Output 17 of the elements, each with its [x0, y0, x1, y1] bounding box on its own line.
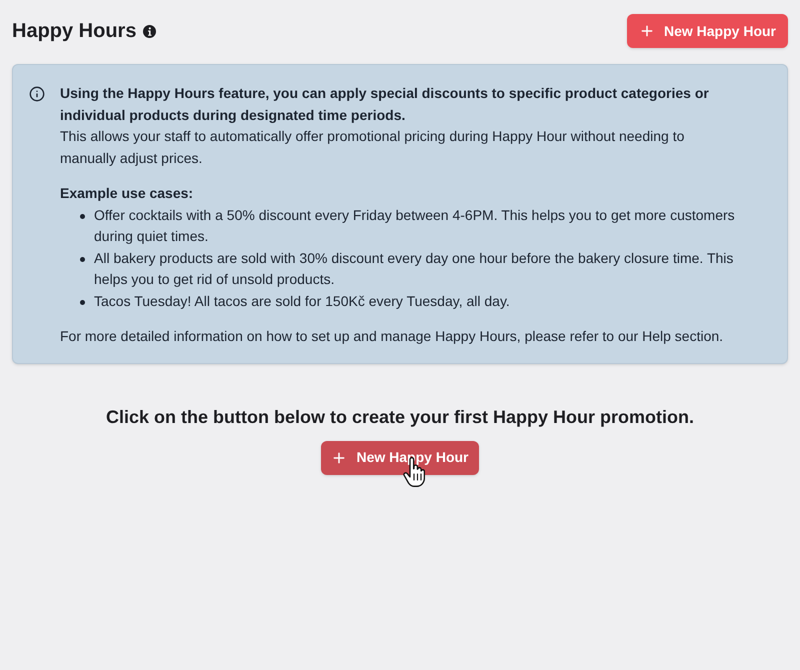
- intro-text: This allows your staff to automatically offer promotional pricing during Happy Hour without needing to manually adjust prices.: [60, 127, 686, 168]
- intro-bold-text: Using the Happy Hours feature, you can apply special discounts to specific product categories or individual products during designated time periods.: [60, 84, 710, 125]
- example-text: Tacos Tuesday! All tacos are sold for 150Kč every Tuesday, all day.: [94, 292, 510, 311]
- example-text: Offer cocktails with a 50% discount every Friday between 4-6PM. This helps you to get more customers during quiet times.: [94, 206, 736, 246]
- plus-icon: [638, 23, 655, 39]
- bullet-icon: [80, 256, 85, 262]
- empty-state-message: Click on the button below to create your first Happy Hour promotion.: [106, 406, 694, 429]
- example-text: All bakery products are sold with 30% discount every day one hour before the bakery closure time. This helps you to get rid of unsold products.: [94, 248, 734, 289]
- plus-icon: [331, 450, 348, 466]
- new-happy-hour-button[interactable]: New Happy Hour: [626, 14, 788, 48]
- examples-heading: Example use cases:: [60, 184, 194, 203]
- page-title: Happy Hours: [12, 19, 136, 44]
- bullet-icon: [80, 300, 85, 304]
- help-text: For more detailed information on how to set up and manage Happy Hours, please refer to our Help section.: [60, 327, 724, 346]
- info-icon: [29, 86, 45, 102]
- info-icon[interactable]: [143, 25, 156, 38]
- bullet-icon: [80, 214, 85, 218]
